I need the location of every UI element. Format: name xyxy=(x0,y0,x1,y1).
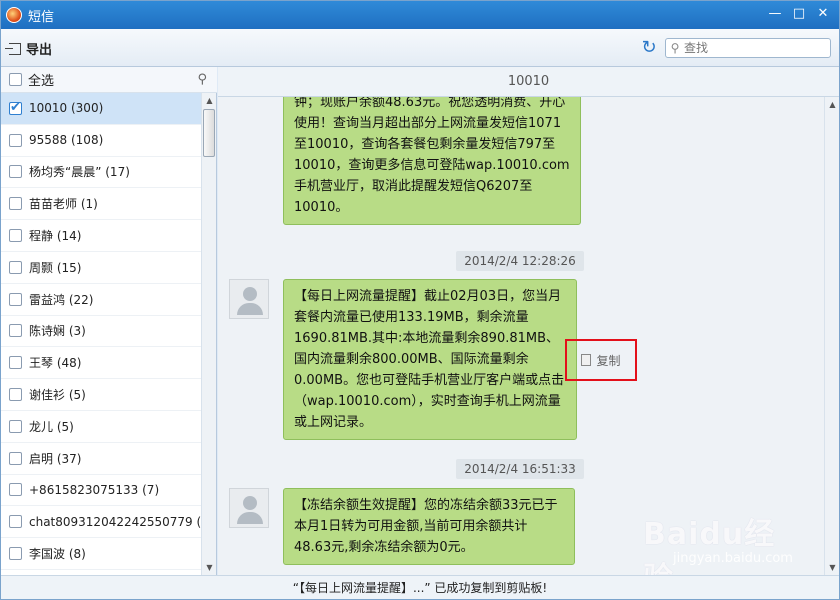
contact-name: 龙儿 (5) xyxy=(29,419,74,434)
contact-search-icon[interactable]: ⚲ xyxy=(197,72,207,87)
contact-checkbox[interactable] xyxy=(9,100,22,115)
sms-window: 短信 — □ ✕ 导出 ↻ ⚲ 全选 ⚲ 10010 (300) 95588 (1… xyxy=(0,0,840,600)
contact-item[interactable]: 龙儿 (5) xyxy=(1,411,201,443)
refresh-icon[interactable]: ↻ xyxy=(639,38,659,58)
export-button[interactable]: 导出 xyxy=(5,39,53,58)
contact-name: 周颢 (15) xyxy=(29,260,82,275)
scroll-up-icon[interactable]: ▲ xyxy=(202,93,217,108)
contact-checkbox[interactable] xyxy=(9,451,22,465)
conversation-header: 10010 xyxy=(218,67,839,97)
export-label: 导出 xyxy=(26,43,53,58)
contact-name: 95588 (108) xyxy=(29,133,104,148)
window-title: 短信 xyxy=(28,9,55,25)
contact-checkbox[interactable] xyxy=(9,356,22,370)
close-button[interactable]: ✕ xyxy=(813,5,833,23)
app-logo-icon xyxy=(6,7,22,23)
contact-item[interactable]: 10010 (300) xyxy=(1,93,201,125)
message-bubble[interactable]: 【每日上网流量提醒】截止02月03日，您当月套餐内流量已使用133.19MB，剩… xyxy=(283,279,577,440)
contact-name: 程静 (14) xyxy=(29,229,82,244)
contact-item[interactable]: 李国波 (8) xyxy=(1,538,201,570)
contact-checkbox[interactable] xyxy=(9,229,22,243)
search-box[interactable]: ⚲ xyxy=(665,38,831,58)
contact-name: 雷益鸿 (22) xyxy=(29,292,94,307)
contact-checkbox[interactable] xyxy=(9,133,22,147)
message-timestamp: 2014/2/4 12:28:26 xyxy=(456,251,584,271)
contact-item[interactable]: +8615823075133 (7) xyxy=(1,475,201,507)
scroll-thumb[interactable] xyxy=(203,109,215,157)
contact-name: chat809312042242550779 (1) xyxy=(29,514,201,529)
contact-item[interactable]: 杨均秀“晨晨” (17) xyxy=(1,157,201,189)
contact-name: 苗苗老师 (1) xyxy=(29,197,98,212)
contact-item[interactable]: 苗苗老师 (1) xyxy=(1,188,201,221)
contact-list: 10010 (300) 95588 (108) 杨均秀“晨晨” (17) 苗苗老师 (… xyxy=(1,93,201,575)
contact-item[interactable]: 王琴 (48) xyxy=(1,347,201,380)
search-input[interactable] xyxy=(684,41,824,55)
contact-name: +8615823075133 (7) xyxy=(29,482,160,497)
contact-checkbox[interactable] xyxy=(9,324,22,338)
status-bar: “【每日上网流量提醒】...” 已成功复制到剪贴板! xyxy=(1,575,839,599)
message-timestamp: 2014/2/4 16:51:33 xyxy=(456,459,584,479)
contact-name: 李国波 (8) xyxy=(29,547,86,562)
copy-button[interactable]: 复制 xyxy=(565,339,637,381)
watermark: Baidu经验 jingyan.baidu.com xyxy=(643,509,803,596)
contact-item[interactable]: 95588 (108) xyxy=(1,125,201,157)
contact-name: 启明 (37) xyxy=(29,451,82,466)
contact-checkbox[interactable] xyxy=(9,483,22,497)
copy-icon xyxy=(581,354,592,366)
contact-name: 王琴 (48) xyxy=(29,356,82,371)
scroll-down-icon[interactable]: ▼ xyxy=(825,560,840,575)
contact-checkbox[interactable] xyxy=(9,547,22,561)
contact-name: 杨均秀“晨晨” (17) xyxy=(29,165,130,180)
copy-label: 复制 xyxy=(596,353,621,368)
contact-item[interactable]: 谢佳衫 (5) xyxy=(1,379,201,411)
avatar-icon xyxy=(229,279,269,319)
contact-checkbox[interactable] xyxy=(9,197,22,211)
select-all-label: 全选 xyxy=(28,74,55,89)
contact-item[interactable]: chat809312042242550779 (1) xyxy=(1,506,201,539)
watermark-url: jingyan.baidu.com xyxy=(673,551,793,566)
contact-checkbox[interactable] xyxy=(9,419,22,433)
select-all-checkbox[interactable] xyxy=(9,73,22,86)
contact-checkbox[interactable] xyxy=(9,292,22,306)
maximize-button[interactable]: □ xyxy=(789,5,809,23)
contact-item[interactable]: 陈诗娴 (3) xyxy=(1,316,201,348)
select-all-row[interactable]: 全选 ⚲ xyxy=(1,67,217,93)
contact-item[interactable]: 程静 (14) xyxy=(1,220,201,252)
message-bubble[interactable]: 【冻结余额生效提醒】您的冻结余额33元已于本月1日转为可用金额,当前可用余额共计… xyxy=(283,488,575,565)
window-controls: — □ ✕ xyxy=(765,5,833,23)
message-bubble[interactable]: 钟；现账户余额48.63元。祝您透明消费、开心使用！查询当月超出部分上网流量发短… xyxy=(283,97,581,225)
contact-scrollbar[interactable]: ▲ ▼ xyxy=(201,93,216,575)
contact-checkbox[interactable] xyxy=(9,165,22,179)
contact-panel: 全选 ⚲ 10010 (300) 95588 (108) 杨均秀“晨晨” (17) 苗… xyxy=(1,67,217,575)
scroll-up-icon[interactable]: ▲ xyxy=(825,97,840,112)
toolbar: 导出 ↻ ⚲ xyxy=(1,29,839,67)
search-icon: ⚲ xyxy=(670,41,680,55)
conversation-scrollbar[interactable]: ▲ ▼ xyxy=(824,97,839,575)
contact-checkbox[interactable] xyxy=(9,515,22,529)
contact-item[interactable]: 周颢 (15) xyxy=(1,252,201,284)
conversation-area: 钟；现账户余额48.63元。祝您透明消费、开心使用！查询当月超出部分上网流量发短… xyxy=(218,97,824,575)
scroll-down-icon[interactable]: ▼ xyxy=(202,560,217,575)
contact-name: 陈诗娴 (3) xyxy=(29,324,86,339)
contact-item[interactable]: 雷益鸿 (22) xyxy=(1,284,201,316)
contact-name: 10010 (300) xyxy=(29,101,104,116)
contact-checkbox[interactable] xyxy=(9,260,22,274)
avatar-icon xyxy=(229,488,269,528)
minimize-button[interactable]: — xyxy=(765,5,785,23)
title-bar: 短信 — □ ✕ xyxy=(1,1,839,29)
contact-name: 谢佳衫 (5) xyxy=(29,388,86,403)
export-icon xyxy=(5,42,21,55)
contact-item[interactable]: 启明 (37) xyxy=(1,443,201,475)
contact-checkbox[interactable] xyxy=(9,388,22,402)
